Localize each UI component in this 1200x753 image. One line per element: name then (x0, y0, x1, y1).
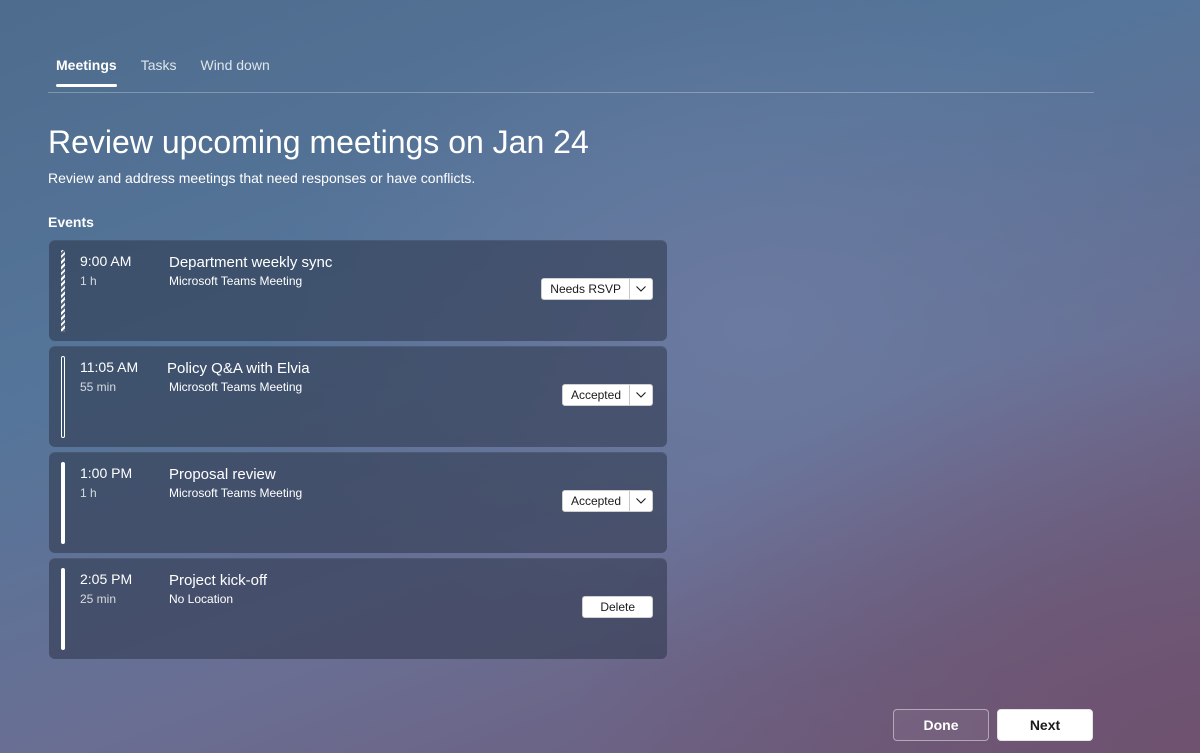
event-duration: 55 min (80, 380, 117, 394)
events-heading: Events (48, 214, 94, 230)
rsvp-dropdown: Accepted (561, 490, 653, 512)
rsvp-dropdown-toggle[interactable] (629, 491, 652, 511)
chevron-down-icon (636, 286, 646, 292)
rsvp-dropdown: Needs RSVP (541, 278, 653, 300)
event-duration: 1 h (80, 274, 97, 288)
page-title: Review upcoming meetings on Jan 24 (48, 124, 589, 160)
tab-tasks[interactable]: Tasks (133, 48, 185, 92)
event-location: Microsoft Teams Meeting (169, 380, 303, 394)
rsvp-dropdown: Accepted (561, 384, 653, 406)
page-subtitle: Review and address meetings that need re… (48, 170, 476, 186)
event-time: 1:00 PM (80, 465, 133, 481)
event-time: 11:05 AM (80, 359, 139, 375)
event-duration: 1 h (80, 486, 97, 500)
next-button[interactable]: Next (997, 709, 1093, 741)
event-title: Proposal review (169, 466, 276, 483)
rsvp-button[interactable]: Accepted (563, 491, 629, 511)
chevron-down-icon (636, 498, 646, 504)
event-card: 11:05 AM 55 min Policy Q&A with Elvia Mi… (49, 346, 667, 447)
chevron-down-icon (636, 392, 646, 398)
rsvp-button[interactable]: Needs RSVP (542, 279, 629, 299)
done-button[interactable]: Done (893, 709, 989, 741)
event-title: Project kick-off (169, 572, 268, 589)
status-bar-solid (61, 462, 65, 544)
rsvp-dropdown-toggle[interactable] (629, 385, 652, 405)
event-location: Microsoft Teams Meeting (169, 274, 303, 288)
tab-wind-down[interactable]: Wind down (192, 48, 277, 92)
rsvp-button[interactable]: Accepted (563, 385, 629, 405)
event-card: 2:05 PM 25 min Project kick-off No Locat… (49, 558, 667, 659)
events-list: 9:00 AM 1 h Department weekly sync Micro… (49, 240, 667, 664)
event-title: Department weekly sync (169, 254, 333, 271)
tab-bar: Meetings Tasks Wind down (48, 48, 1094, 93)
delete-button[interactable]: Delete (582, 596, 653, 618)
event-location: Microsoft Teams Meeting (169, 486, 303, 500)
event-title: Policy Q&A with Elvia (167, 360, 310, 377)
event-time: 9:00 AM (80, 253, 132, 269)
status-bar-outline (61, 356, 65, 438)
status-bar-tentative (61, 250, 65, 332)
status-bar-solid (61, 568, 65, 650)
event-card: 9:00 AM 1 h Department weekly sync Micro… (49, 240, 667, 341)
event-duration: 25 min (80, 592, 117, 606)
event-time: 2:05 PM (80, 571, 133, 587)
rsvp-dropdown-toggle[interactable] (629, 279, 652, 299)
event-location: No Location (169, 592, 234, 606)
event-card: 1:00 PM 1 h Proposal review Microsoft Te… (49, 452, 667, 553)
tab-meetings[interactable]: Meetings (48, 48, 125, 92)
